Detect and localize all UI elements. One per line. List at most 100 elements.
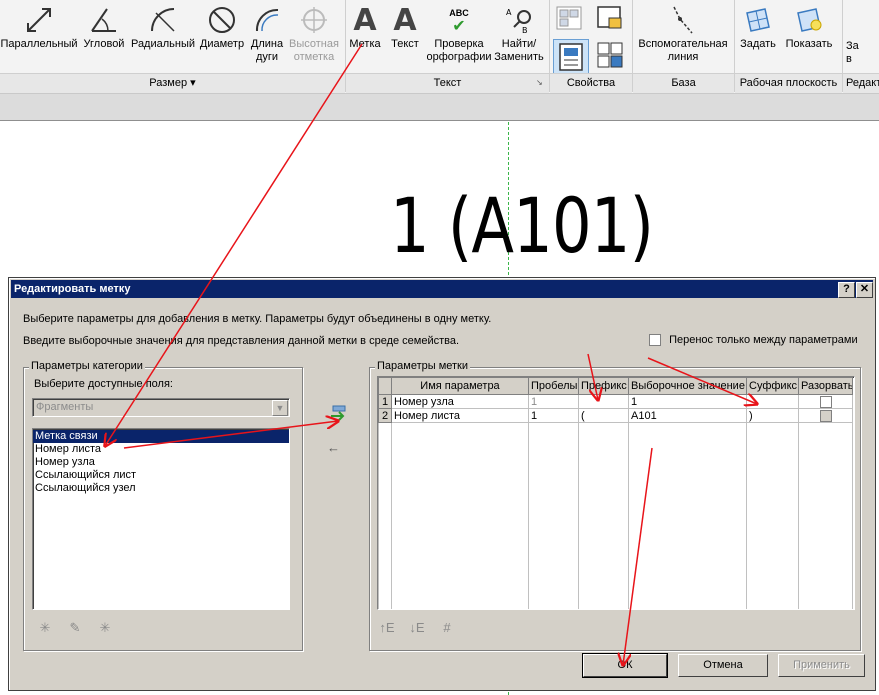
- spellcheck-button[interactable]: ABC ✔ Проверка орфографии: [426, 2, 492, 64]
- set-workplane-icon: [736, 2, 780, 38]
- text-button[interactable]: A Текст: [386, 2, 424, 51]
- angular-dimension-icon: [80, 2, 128, 38]
- family-category-icon[interactable]: [595, 4, 625, 32]
- move-down-icon[interactable]: ↓E: [408, 620, 426, 636]
- find-replace-button[interactable]: AB Найти/ Заменить: [494, 2, 544, 64]
- set-workplane-label: Задать: [740, 38, 776, 50]
- close-button[interactable]: ✕: [856, 282, 873, 298]
- break-cell[interactable]: [798, 394, 853, 409]
- col-suffix[interactable]: Суффикс: [746, 377, 799, 395]
- list-item[interactable]: Номер узла: [33, 456, 289, 469]
- move-up-icon[interactable]: ↑E: [378, 620, 396, 636]
- break-cell[interactable]: [798, 408, 853, 423]
- sample-value-cell[interactable]: 1: [628, 394, 747, 409]
- empty-grid-area: [378, 422, 853, 609]
- suffix-cell[interactable]: [746, 394, 799, 409]
- wrap-checkbox-row[interactable]: Перенос только между параметрами: [649, 334, 858, 347]
- aligned-dimension-button[interactable]: Параллельный: [0, 2, 78, 51]
- help-button[interactable]: ?: [838, 282, 855, 298]
- aligned-dimension-icon: [0, 2, 78, 38]
- dialog-title: Редактировать метку: [14, 283, 131, 295]
- properties-button[interactable]: [553, 39, 589, 75]
- family-types-icon[interactable]: [595, 40, 625, 70]
- param-name-cell[interactable]: Номер листа: [391, 408, 529, 423]
- list-item[interactable]: Ссылающийся узел: [33, 482, 289, 495]
- group-base: База: [633, 73, 734, 93]
- wrap-checkbox-label: Перенос только между параметрами: [669, 334, 858, 346]
- find-replace-icon: AB: [494, 2, 544, 38]
- svg-text:B: B: [522, 26, 528, 35]
- row-number[interactable]: 1: [378, 394, 392, 409]
- cancel-button[interactable]: Отмена: [678, 654, 768, 677]
- grid-corner: [378, 377, 392, 395]
- type-properties-icon[interactable]: [554, 4, 584, 32]
- spaces-cell[interactable]: 1: [528, 408, 579, 423]
- fields-list[interactable]: Метка связи Номер листа Номер узла Ссылающи…: [32, 428, 290, 610]
- reference-line-label: Вспомогательная линия: [638, 38, 728, 63]
- sample-value-cell[interactable]: A101: [628, 408, 747, 423]
- break-checkbox[interactable]: [819, 409, 832, 422]
- col-param-name[interactable]: Имя параметра: [391, 377, 529, 395]
- label-button-label: Метка: [349, 38, 381, 50]
- prefix-cell[interactable]: [578, 394, 629, 409]
- show-workplane-label: Показать: [785, 38, 833, 50]
- fields-label: Выберите доступные поля:: [34, 378, 173, 390]
- radial-dimension-label: Радиальный: [130, 38, 196, 50]
- add-to-label-button[interactable]: [329, 405, 347, 421]
- col-prefix[interactable]: Префикс: [578, 377, 629, 395]
- list-item[interactable]: Метка связи: [33, 430, 289, 443]
- group-dimension[interactable]: Размер ▾: [0, 73, 345, 93]
- reference-line-button[interactable]: Вспомогательная линия: [634, 2, 732, 64]
- table-row[interactable]: 2 Номер листа 1 ( A101 ): [378, 408, 853, 423]
- ok-button[interactable]: ОК: [582, 653, 668, 678]
- overflow-label[interactable]: За в: [846, 40, 879, 66]
- table-row[interactable]: 1 Номер узла 1 1: [378, 394, 853, 409]
- parameter-properties-icon[interactable]: #: [438, 620, 456, 636]
- label-params-grid[interactable]: Имя параметра Пробелы Префикс Выборочное…: [377, 376, 855, 610]
- col-sample-value[interactable]: Выборочное значение: [628, 377, 747, 395]
- set-workplane-button[interactable]: Задать: [736, 2, 780, 51]
- delete-parameter-icon[interactable]: ✳: [96, 620, 114, 636]
- row-number[interactable]: 2: [378, 408, 392, 423]
- apply-button[interactable]: Применить: [778, 654, 865, 677]
- category-params-group: Параметры категории Выберите доступные п…: [23, 360, 303, 651]
- category-dropdown-value: Фрагменты: [36, 401, 94, 413]
- radial-dimension-button[interactable]: Радиальный: [130, 2, 196, 51]
- show-workplane-button[interactable]: Показать: [782, 2, 836, 51]
- radial-dimension-icon: [130, 2, 196, 38]
- list-item[interactable]: Номер листа: [33, 443, 289, 456]
- group-edit: Редакт: [843, 73, 879, 93]
- col-spaces[interactable]: Пробелы: [528, 377, 579, 395]
- list-item[interactable]: Ссылающийся лист: [33, 469, 289, 482]
- edit-parameter-icon[interactable]: ✎: [66, 620, 84, 636]
- dialog-titlebar[interactable]: Редактировать метку ? ✕: [11, 280, 873, 298]
- angular-dimension-button[interactable]: Угловой: [80, 2, 128, 51]
- tag-preview-text[interactable]: 1 (A101): [390, 176, 654, 276]
- text-dialog-launcher-icon[interactable]: ↘: [536, 78, 543, 87]
- break-checkbox[interactable]: [819, 395, 832, 408]
- add-parameter-icon[interactable]: ✳: [36, 620, 54, 636]
- spot-elevation-icon: [288, 2, 340, 38]
- remove-from-label-icon[interactable]: ←: [327, 440, 340, 455]
- diameter-dimension-icon: [198, 2, 246, 38]
- category-dropdown[interactable]: Фрагменты ▼: [32, 398, 290, 417]
- find-replace-label: Найти/ Заменить: [494, 38, 544, 63]
- col-break[interactable]: Разорвать: [798, 377, 853, 395]
- spot-elevation-button[interactable]: Высотная отметка: [288, 2, 340, 64]
- spot-elevation-label: Высотная отметка: [289, 38, 339, 63]
- group-workplane: Рабочая плоскость: [735, 73, 842, 93]
- aligned-dimension-label: Параллельный: [0, 38, 78, 50]
- arc-length-icon: [248, 2, 286, 38]
- diameter-dimension-button[interactable]: Диаметр: [198, 2, 246, 51]
- prefix-cell[interactable]: (: [578, 408, 629, 423]
- suffix-cell[interactable]: ): [746, 408, 799, 423]
- param-name-cell[interactable]: Номер узла: [391, 394, 529, 409]
- svg-text:A: A: [506, 8, 512, 17]
- label-icon: A: [353, 2, 377, 38]
- label-button[interactable]: A Метка: [347, 2, 383, 51]
- chevron-down-icon[interactable]: ▼: [272, 400, 288, 416]
- spaces-cell[interactable]: 1: [528, 394, 579, 409]
- label-params-legend: Параметры метки: [375, 360, 471, 372]
- wrap-checkbox[interactable]: [649, 334, 661, 347]
- arc-length-button[interactable]: Длина дуги: [248, 2, 286, 64]
